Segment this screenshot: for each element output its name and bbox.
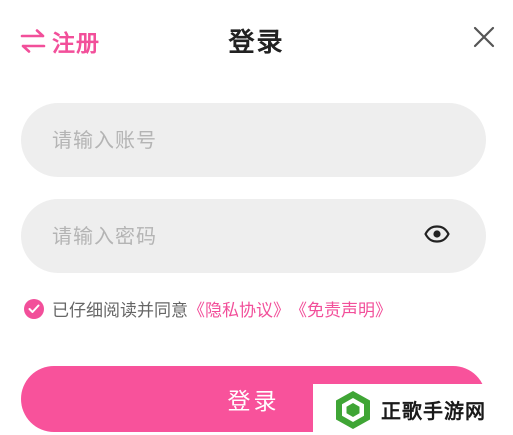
page-title: 登录 [228,28,285,58]
account-field [21,103,486,177]
watermark-text: 正歌手游网 [381,399,486,423]
privacy-policy-link[interactable]: 《隐私协议》 [188,296,290,321]
checkmark-icon [28,304,40,313]
password-visibility-toggle[interactable] [424,223,450,249]
password-input[interactable] [52,224,424,248]
site-watermark: 正歌手游网 [313,384,513,435]
watermark-logo-icon [333,389,373,431]
disclaimer-link[interactable]: 《免责声明》 [290,296,392,321]
password-field [21,199,486,273]
agreement-text: 已仔细阅读并同意 [52,301,188,321]
agreement-row: 已仔细阅读并同意 《隐私协议》 《免责声明》 [24,296,392,321]
agreement-checkbox[interactable] [24,298,44,319]
close-button[interactable] [468,23,500,55]
account-input[interactable] [52,128,450,152]
eye-icon [424,225,450,247]
close-icon [473,26,495,52]
